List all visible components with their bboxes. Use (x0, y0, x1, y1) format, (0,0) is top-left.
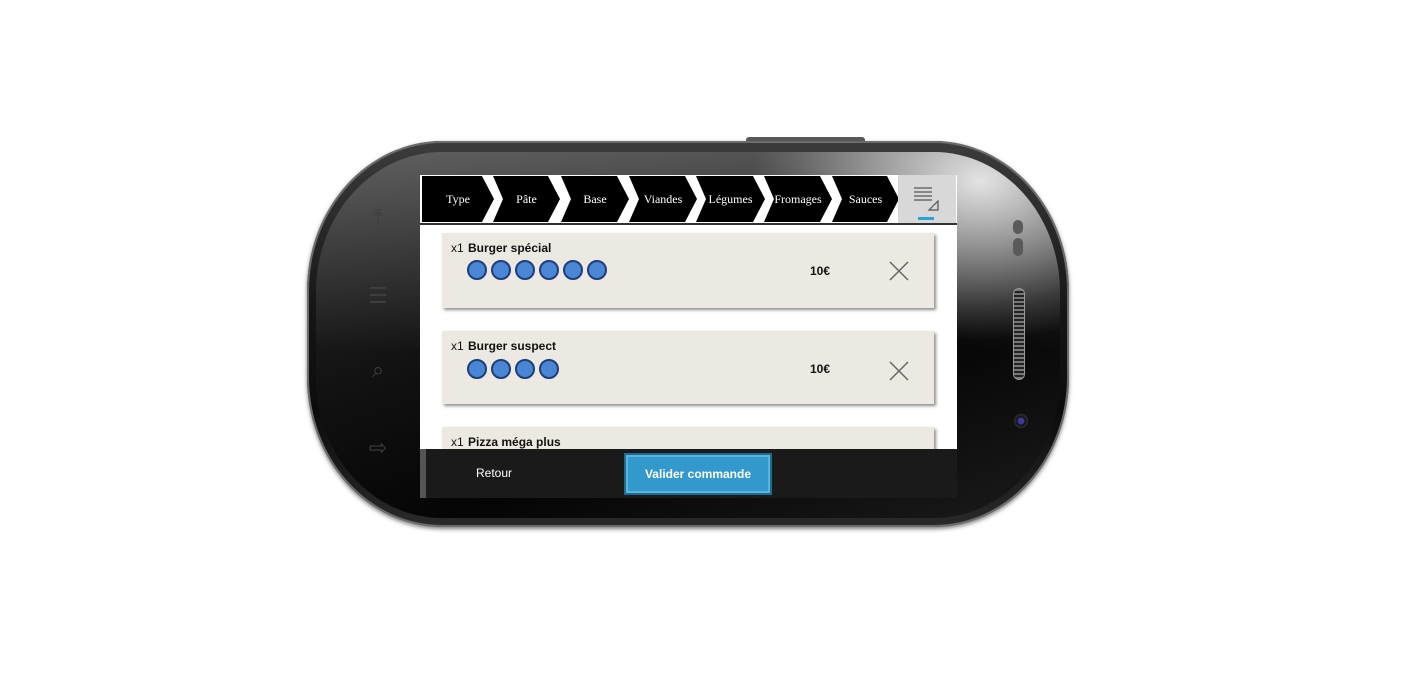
ingredient-dots (467, 359, 559, 379)
ingredient-dot[interactable] (467, 260, 487, 280)
active-step-indicator (918, 217, 934, 220)
order-item: x1 Burger suspect 10€ (442, 331, 934, 404)
action-bar: Retour Valider commande (420, 449, 957, 498)
ingredient-dot[interactable] (467, 359, 487, 379)
step-legumes[interactable]: Légumes (696, 176, 765, 222)
order-item: x1 Burger spécial 10€ (442, 233, 934, 308)
step-label: Pâte (516, 191, 537, 206)
step-label: Viandes (643, 191, 683, 206)
step-label: Sauces (848, 191, 883, 206)
menu-icon[interactable]: ☰ (366, 284, 390, 310)
item-name: Pizza méga plus (468, 435, 561, 449)
step-navigation: Type Pâte Base Viandes Légumes Fromages … (420, 175, 957, 223)
step-label: Base (583, 191, 607, 206)
item-price: 10€ (810, 264, 831, 278)
close-icon[interactable] (888, 260, 910, 282)
item-name: Burger suspect (468, 339, 557, 353)
step-viandes[interactable]: Viandes (629, 176, 697, 222)
ingredient-dot[interactable] (515, 260, 535, 280)
step-sauces[interactable]: Sauces (832, 176, 899, 222)
search-icon[interactable]: ⌕ (366, 358, 390, 384)
step-type[interactable]: Type (422, 176, 494, 222)
close-icon[interactable] (888, 360, 910, 382)
app-screen: Type Pâte Base Viandes Légumes Fromages … (420, 175, 957, 498)
home-icon[interactable]: ⤒ (366, 206, 390, 232)
order-item: x1 Pizza méga plus (442, 427, 934, 449)
ingredient-dots (467, 260, 607, 280)
item-quantity: x1 (451, 435, 464, 449)
item-quantity: x1 (451, 241, 464, 255)
step-order-summary[interactable] (898, 175, 956, 223)
ingredient-dot[interactable] (587, 260, 607, 280)
item-name: Burger spécial (468, 241, 552, 255)
ingredient-dot[interactable] (563, 260, 583, 280)
ingredient-dot[interactable] (515, 359, 535, 379)
step-base[interactable]: Base (561, 176, 629, 222)
proximity-sensor (1013, 220, 1023, 234)
light-sensor (1013, 238, 1023, 256)
front-camera (1014, 414, 1028, 428)
step-label: Type (446, 191, 470, 206)
step-fromages[interactable]: Fromages (764, 176, 832, 222)
item-price: 10€ (810, 362, 831, 376)
item-quantity: x1 (451, 339, 464, 353)
order-list-icon (914, 187, 939, 211)
back-button[interactable]: Retour (470, 463, 518, 483)
ingredient-dot[interactable] (491, 260, 511, 280)
validate-order-button[interactable]: Valider commande (624, 453, 772, 495)
step-label: Fromages (774, 191, 822, 206)
speaker-grille (1013, 288, 1025, 380)
back-icon[interactable]: ⇨ (366, 436, 390, 462)
step-pate[interactable]: Pâte (493, 176, 560, 222)
ingredient-dot[interactable] (539, 359, 559, 379)
step-label: Légumes (708, 191, 753, 206)
ingredient-dot[interactable] (539, 260, 559, 280)
order-list: x1 Burger spécial 10€ x1 Burger suspect (420, 225, 957, 449)
ingredient-dot[interactable] (491, 359, 511, 379)
